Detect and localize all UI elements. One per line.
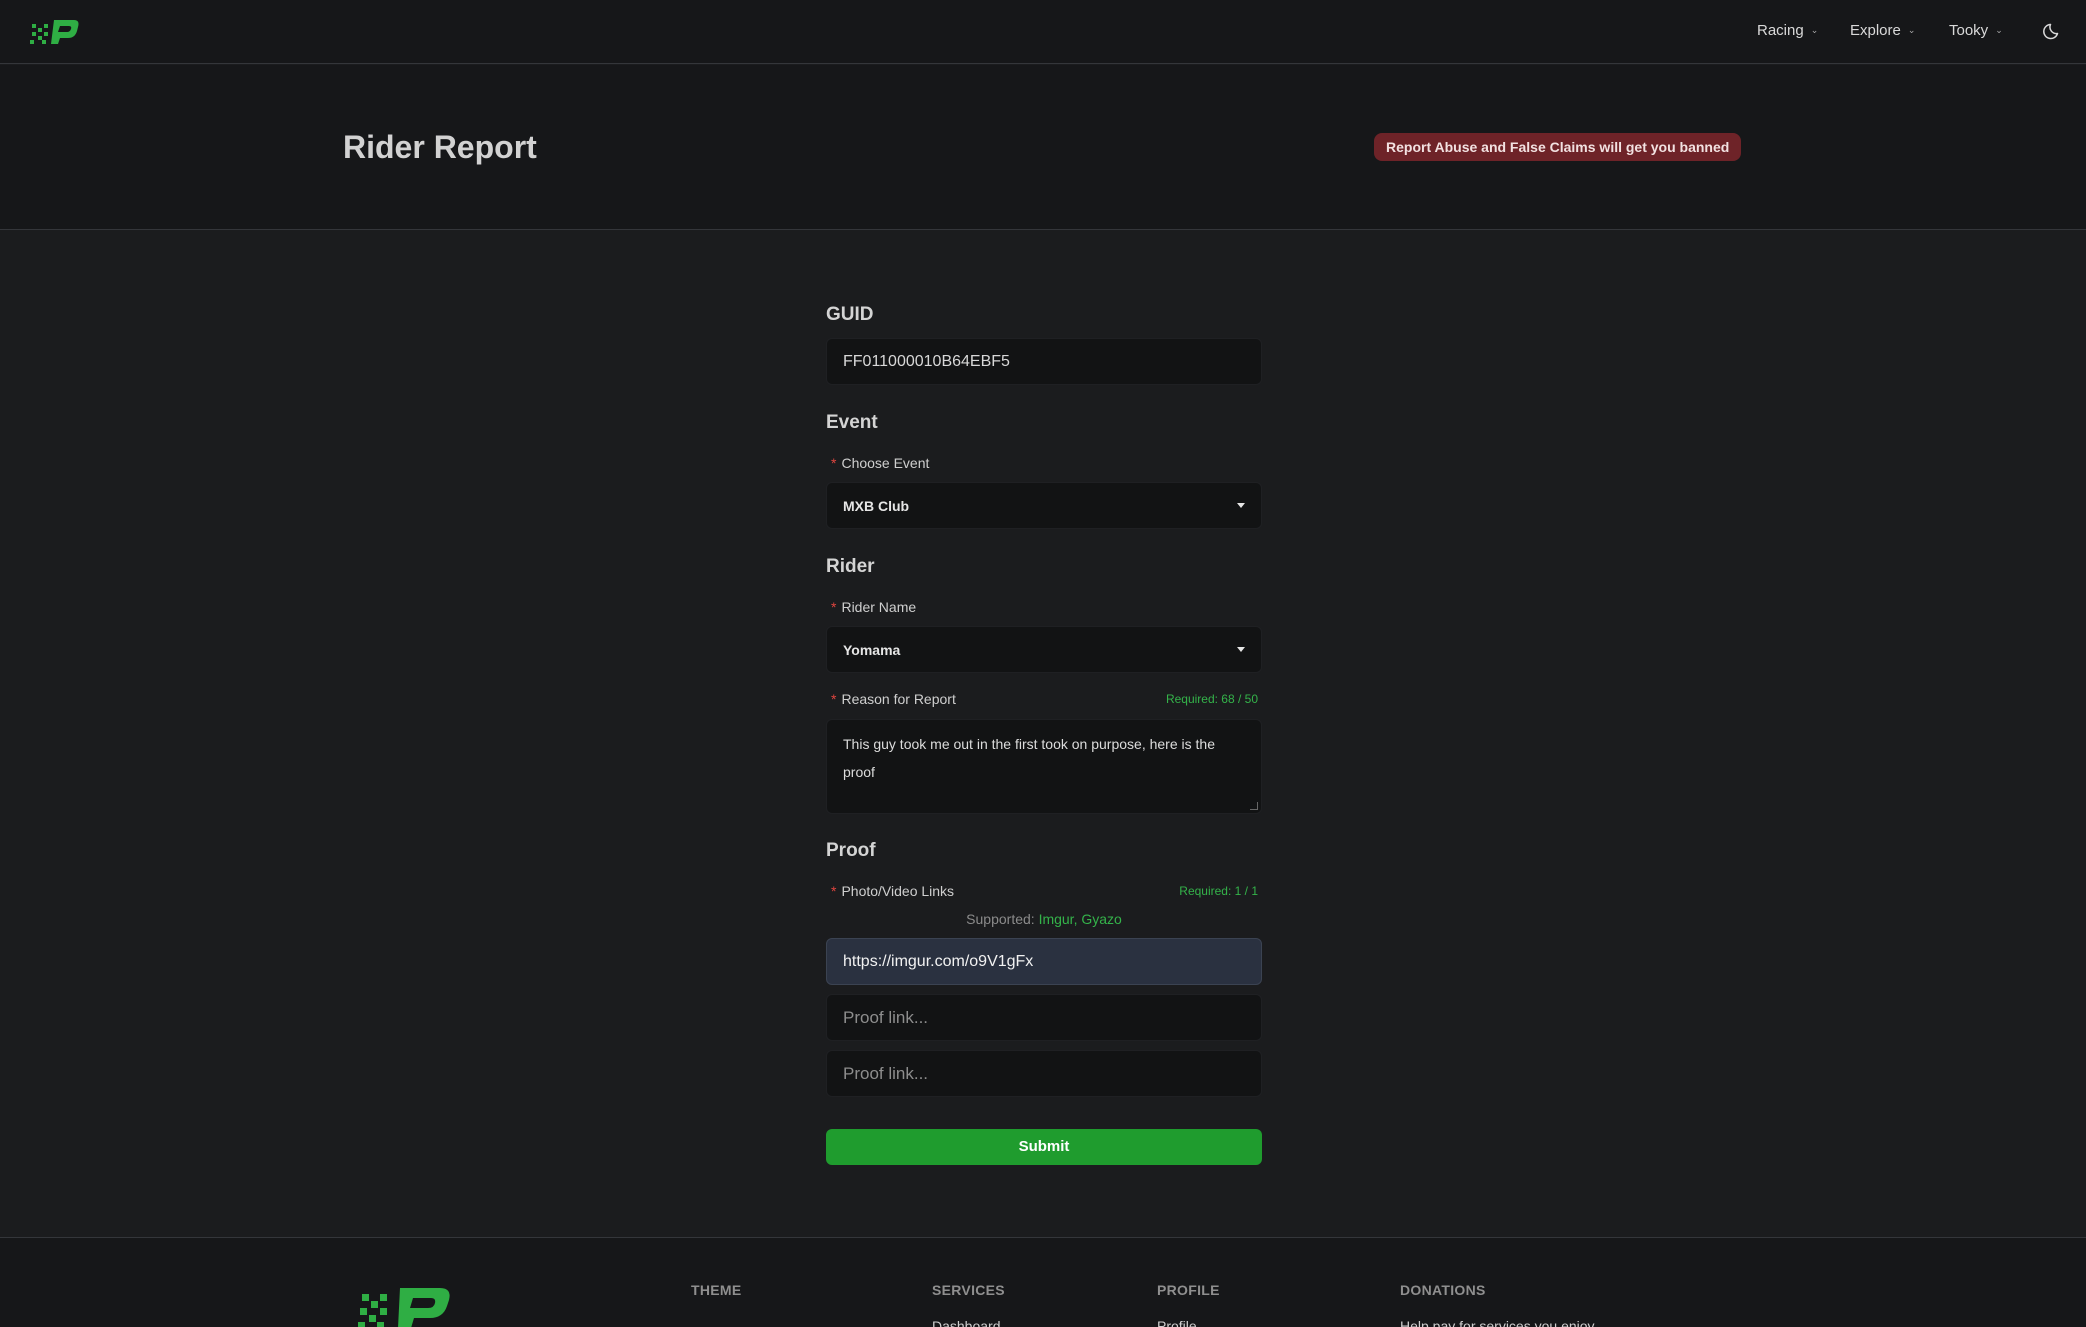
required-marker: * [831, 599, 837, 615]
resize-handle-icon[interactable] [1250, 802, 1258, 810]
guid-field[interactable] [826, 338, 1262, 385]
section-title-event: Event [826, 412, 878, 433]
footer-link-dashboard[interactable]: Dashboard [932, 1318, 1005, 1327]
reason-text: This guy took me out in the first took o… [843, 736, 1215, 780]
chevron-down-icon: ⌄ [1810, 25, 1819, 35]
supported-sites-note: Supported: Imgur, Gyazo [826, 911, 1262, 927]
proof-links-label-text: Photo/Video Links [841, 883, 955, 899]
footer-col-donations: DONATIONS Help pay for services you enjo… [1400, 1282, 1595, 1327]
required-marker: * [831, 455, 837, 471]
footer-link-profile[interactable]: Profile [1157, 1318, 1220, 1327]
rider-selected-value: Yomama [843, 641, 901, 658]
proof-link-field-3[interactable] [826, 1050, 1262, 1097]
choose-event-label-text: Choose Event [841, 455, 930, 471]
submit-button[interactable]: Submit [826, 1129, 1262, 1165]
proof-link-input-1[interactable] [827, 939, 1261, 984]
nav-user-label: Tooky [1949, 22, 1989, 39]
rider-name-label: * Rider Name [831, 599, 916, 615]
section-title-proof: Proof [826, 840, 876, 861]
caret-down-icon [1237, 502, 1245, 508]
caret-down-icon [1237, 646, 1245, 652]
event-selected-value: MXB Club [843, 497, 910, 514]
section-title-rider: Rider [826, 556, 875, 577]
supported-sites-links[interactable]: Imgur, Gyazo [1039, 911, 1122, 927]
footer-col-theme: THEME [691, 1282, 742, 1318]
proof-link-field-1[interactable] [826, 938, 1262, 985]
nav-racing-label: Racing [1757, 22, 1804, 39]
footer-donations-text: Help pay for services you enjoy [1400, 1318, 1595, 1327]
reason-char-counter: Required: 68 / 50 [1165, 692, 1258, 706]
footer-logo[interactable] [356, 1286, 452, 1327]
chevron-down-icon: ⌄ [1995, 25, 2003, 35]
required-marker: * [831, 691, 837, 707]
moon-icon[interactable] [2043, 21, 2063, 41]
proof-links-counter: Required: 1 / 1 [1179, 884, 1258, 898]
reason-label-text: Reason for Report [841, 691, 956, 707]
footer-head-theme: THEME [691, 1282, 742, 1298]
nav-explore-label: Explore [1850, 22, 1901, 39]
nav-user-menu[interactable]: Tooky ⌄ [1949, 22, 2003, 39]
footer-col-profile: PROFILE Profile [1157, 1282, 1220, 1327]
footer: THEME SERVICES Dashboard PROFILE Profile… [0, 1237, 2086, 1327]
reason-textarea[interactable]: This guy took me out in the first took o… [826, 719, 1262, 814]
footer-head-services: SERVICES [932, 1282, 1005, 1298]
choose-event-label: * Choose Event [831, 455, 929, 471]
page-header: Rider Report Report Abuse and False Clai… [0, 65, 2086, 230]
proof-link-input-2[interactable] [827, 995, 1261, 1040]
required-marker: * [831, 883, 837, 899]
page-title: Rider Report [343, 129, 537, 165]
top-navbar: Racing ⌄ Explore ⌄ Tooky ⌄ [0, 0, 2086, 64]
chevron-down-icon: ⌄ [1907, 25, 1916, 35]
site-logo[interactable] [30, 18, 80, 46]
rider-name-label-text: Rider Name [841, 599, 917, 615]
rider-select[interactable]: Yomama [826, 626, 1262, 673]
event-select[interactable]: MXB Club [826, 482, 1262, 529]
nav-racing-menu[interactable]: Racing ⌄ [1757, 22, 1818, 39]
proof-link-input-3[interactable] [827, 1051, 1261, 1096]
section-title-guid: GUID [826, 304, 874, 325]
nav-explore-menu[interactable]: Explore ⌄ [1850, 22, 1915, 39]
footer-col-services: SERVICES Dashboard [932, 1282, 1005, 1327]
proof-links-label: * Photo/Video Links [831, 883, 954, 899]
supported-prefix: Supported: [966, 911, 1035, 927]
reason-label: * Reason for Report [831, 691, 956, 707]
guid-input[interactable] [827, 339, 1261, 384]
footer-head-donations: DONATIONS [1400, 1282, 1486, 1298]
footer-head-profile: PROFILE [1157, 1282, 1220, 1298]
warning-badge: Report Abuse and False Claims will get y… [1374, 133, 1742, 161]
proof-link-field-2[interactable] [826, 994, 1262, 1041]
